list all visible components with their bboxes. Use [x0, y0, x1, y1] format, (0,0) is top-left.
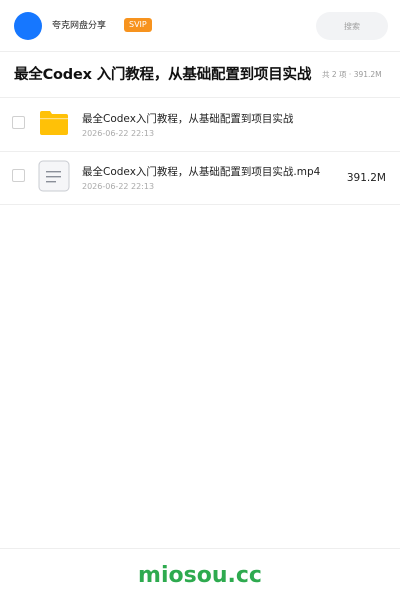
select-checkbox[interactable]: [12, 116, 25, 129]
file-name[interactable]: 最全Codex入门教程，从基础配置到项目实战: [82, 112, 293, 126]
folder-header: 最全Codex 入门教程，从基础配置到项目实战 共 2 项 · 391.2M: [0, 52, 400, 98]
file-date: 2026-06-22 22:13: [82, 129, 155, 138]
folder-title: 最全Codex 入门教程，从基础配置到项目实战: [14, 67, 312, 83]
select-checkbox[interactable]: [12, 169, 25, 182]
folder-meta: 共 2 项 · 391.2M: [322, 70, 382, 79]
file-row[interactable]: 最全Codex入门教程，从基础配置到项目实战.mp4 2026-06-22 22…: [0, 151, 400, 205]
file-date: 2026-06-22 22:13: [82, 182, 155, 191]
file-name[interactable]: 最全Codex入门教程，从基础配置到项目实战.mp4: [82, 165, 320, 179]
brand-name: 夸克网盘分享: [52, 21, 107, 31]
file-row[interactable]: 最全Codex入门教程，从基础配置到项目实战 2026-06-22 22:13: [0, 98, 400, 152]
svip-badge: SVIP: [124, 18, 152, 32]
file-size: 391.2M: [346, 172, 386, 184]
top-header: 夸克网盘分享 SVIP: [0, 0, 400, 52]
avatar[interactable]: [14, 12, 42, 40]
search-input[interactable]: [316, 12, 388, 40]
document-icon: [38, 160, 70, 192]
site-watermark: miosou.cc: [138, 563, 262, 588]
footer: miosou.cc: [0, 548, 400, 600]
folder-icon: [38, 109, 70, 137]
